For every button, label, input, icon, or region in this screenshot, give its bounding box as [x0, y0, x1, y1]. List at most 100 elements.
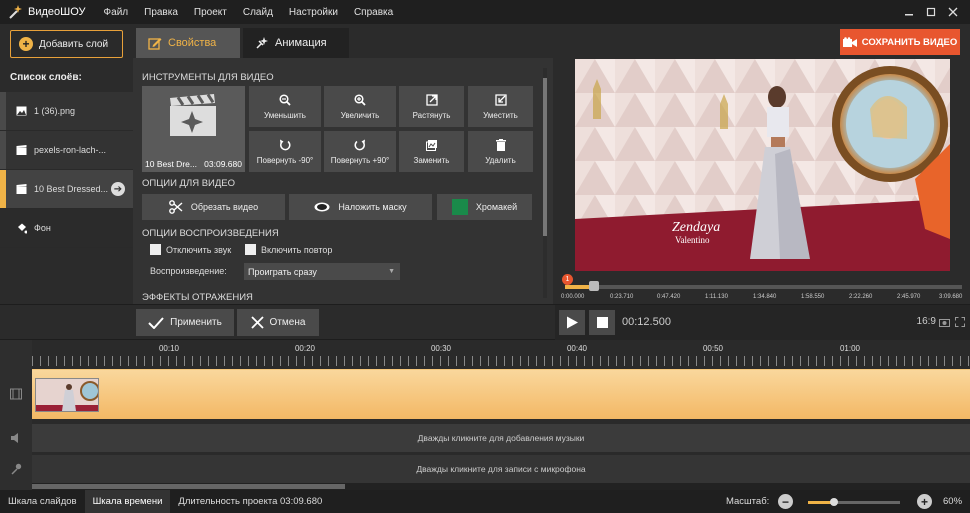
layers-title: Список слоёв: [10, 72, 82, 83]
music-track[interactable]: Дважды кликните для добавления музыки [32, 424, 970, 452]
clip-thumbnail[interactable] [35, 378, 99, 412]
close-icon[interactable] [942, 2, 964, 22]
fullscreen-icon[interactable] [954, 316, 966, 328]
chroma-key-button[interactable]: Хромакей [437, 194, 532, 220]
apply-mask-label: Наложить маску [338, 202, 407, 212]
marker-badge[interactable]: 1 [562, 274, 573, 285]
thumbnail-duration: 03:09.680 [204, 159, 242, 169]
preview-scrubber[interactable]: 1 0:00.000 0:23.710 0:47.420 1:11.130 1:… [561, 274, 963, 304]
rotate-right-button[interactable]: Повернуть +90° [324, 131, 396, 172]
mute-checkbox[interactable]: Отключить звук [150, 244, 231, 255]
fit-button[interactable]: Уместить [468, 86, 533, 127]
time-label: 3:09.680 [939, 294, 963, 300]
image-icon [16, 106, 27, 116]
playback-select[interactable]: Проиграть сразу ▼ [244, 263, 400, 280]
tab-timeline-scale[interactable]: Шкала времени [84, 490, 171, 513]
video-thumbnail[interactable]: 10 Best Dre... 03:09.680 [142, 86, 245, 172]
properties-scrollbar[interactable] [542, 68, 548, 298]
arrow-right-icon[interactable]: ➔ [111, 182, 125, 196]
timeline: 00:10 00:20 00:30 00:40 00:50 01:00 Дваж… [0, 340, 970, 490]
stretch-button[interactable]: Растянуть [399, 86, 464, 127]
menu-file[interactable]: Файл [104, 7, 129, 18]
add-layer-button[interactable]: + Добавить слой [10, 30, 123, 58]
timeline-sidebar [0, 340, 32, 490]
timeline-ruler[interactable]: 00:10 00:20 00:30 00:40 00:50 01:00 [32, 340, 970, 368]
menu-edit[interactable]: Правка [144, 7, 178, 18]
microphone-track[interactable]: Дважды кликните для записи с микрофона [32, 455, 970, 483]
layer-item-selected[interactable]: 10 Best Dressed... ➔ [0, 170, 133, 209]
delete-button[interactable]: Удалить [468, 131, 533, 172]
layer-item[interactable]: 1 (36).png [0, 92, 133, 131]
cancel-button[interactable]: Отмена [237, 309, 319, 336]
aspect-ratio[interactable]: 16:9 [917, 316, 936, 327]
chevron-down-icon: ▼ [388, 268, 395, 275]
checkmark-icon [148, 316, 164, 329]
menu-project[interactable]: Проект [194, 7, 227, 18]
video-camera-icon [842, 36, 857, 48]
save-video-button[interactable]: СОХРАНИТЬ ВИДЕО [840, 29, 960, 55]
playback-label: Воспроизведение: [150, 266, 227, 276]
minimize-icon[interactable] [898, 2, 920, 22]
layer-item[interactable]: pexels-ron-lach-... [0, 131, 133, 170]
checkbox-box[interactable] [245, 244, 256, 255]
video-tools-title: ИНСТРУМЕНТЫ ДЛЯ ВИДЕО [142, 72, 274, 83]
time-label: 1:11.130 [705, 294, 728, 300]
ruler-label: 01:00 [839, 344, 861, 353]
tab-slides-scale[interactable]: Шкала слайдов [0, 490, 85, 513]
rotate-left-icon [279, 138, 291, 152]
stop-button[interactable] [589, 310, 615, 335]
menu-slide[interactable]: Слайд [243, 7, 273, 18]
zoom-slider[interactable] [808, 498, 900, 506]
loop-checkbox[interactable]: Включить повтор [245, 244, 332, 255]
layer-label: Фон [34, 223, 51, 233]
menu-help[interactable]: Справка [354, 7, 393, 18]
zoom-out-label: Уменьшить [264, 111, 306, 120]
scrubber-knob[interactable] [589, 281, 599, 291]
scrollbar-thumb[interactable] [543, 78, 547, 236]
video-preview[interactable]: Zendaya Valentino [575, 59, 950, 271]
video-track-clip[interactable] [32, 369, 970, 419]
time-label: 0:47.420 [657, 294, 681, 300]
ruler-label: 00:10 [158, 344, 180, 353]
time-label: 2:22.260 [849, 294, 873, 300]
zoom-in-button[interactable]: + [917, 494, 932, 509]
ruler-label: 00:50 [702, 344, 724, 353]
camera-icon[interactable] [938, 316, 950, 328]
tab-animation[interactable]: Анимация [243, 28, 349, 58]
timeline-scrollbar[interactable] [32, 483, 970, 490]
zoom-out-button[interactable]: − [778, 494, 793, 509]
fit-label: Уместить [483, 111, 518, 120]
checkbox-box[interactable] [150, 244, 161, 255]
maximize-icon[interactable] [920, 2, 942, 22]
apply-mask-button[interactable]: Наложить маску [289, 194, 432, 220]
pencil-icon [148, 36, 162, 50]
tab-animation-label: Анимация [275, 37, 327, 49]
zoom-slider-knob[interactable] [829, 498, 838, 506]
scissors-icon [168, 200, 183, 214]
layers-panel: + Добавить слой Список слоёв: 1 (36).png… [0, 24, 133, 304]
zoom-in-button[interactable]: Увеличить [324, 86, 396, 127]
play-button[interactable] [559, 310, 585, 335]
zoom-value: 60% [943, 496, 963, 507]
stretch-icon [425, 93, 438, 107]
add-layer-label: Добавить слой [39, 38, 109, 50]
ruler-label: 00:40 [566, 344, 588, 353]
playback-options-title: ОПЦИИ ВОСПРОИЗВЕДЕНИЯ [142, 228, 279, 239]
trim-video-button[interactable]: Обрезать видео [142, 194, 285, 220]
ruler-label: 00:20 [294, 344, 316, 353]
speaker-icon [10, 432, 22, 444]
music-hint: Дважды кликните для добавления музыки [417, 433, 585, 443]
zoom-out-button[interactable]: Уменьшить [249, 86, 321, 127]
rotate-left-button[interactable]: Повернуть -90° [249, 131, 321, 172]
tab-properties[interactable]: Свойства [136, 28, 240, 58]
thumbnail-name: 10 Best Dre... [145, 159, 197, 169]
video-frame-image: Zendaya Valentino [575, 59, 950, 271]
chroma-key-label: Хромакей [475, 202, 518, 212]
apply-button[interactable]: Применить [136, 309, 234, 336]
properties-panel: Свойства Анимация ИНСТРУМЕНТЫ ДЛЯ ВИДЕО … [133, 24, 553, 304]
menu-settings[interactable]: Настройки [289, 7, 338, 18]
loop-label: Включить повтор [261, 244, 333, 255]
replace-button[interactable]: Заменить [399, 131, 464, 172]
timeline-scrollbar-thumb[interactable] [32, 484, 345, 489]
layer-item[interactable]: Фон [0, 209, 133, 248]
